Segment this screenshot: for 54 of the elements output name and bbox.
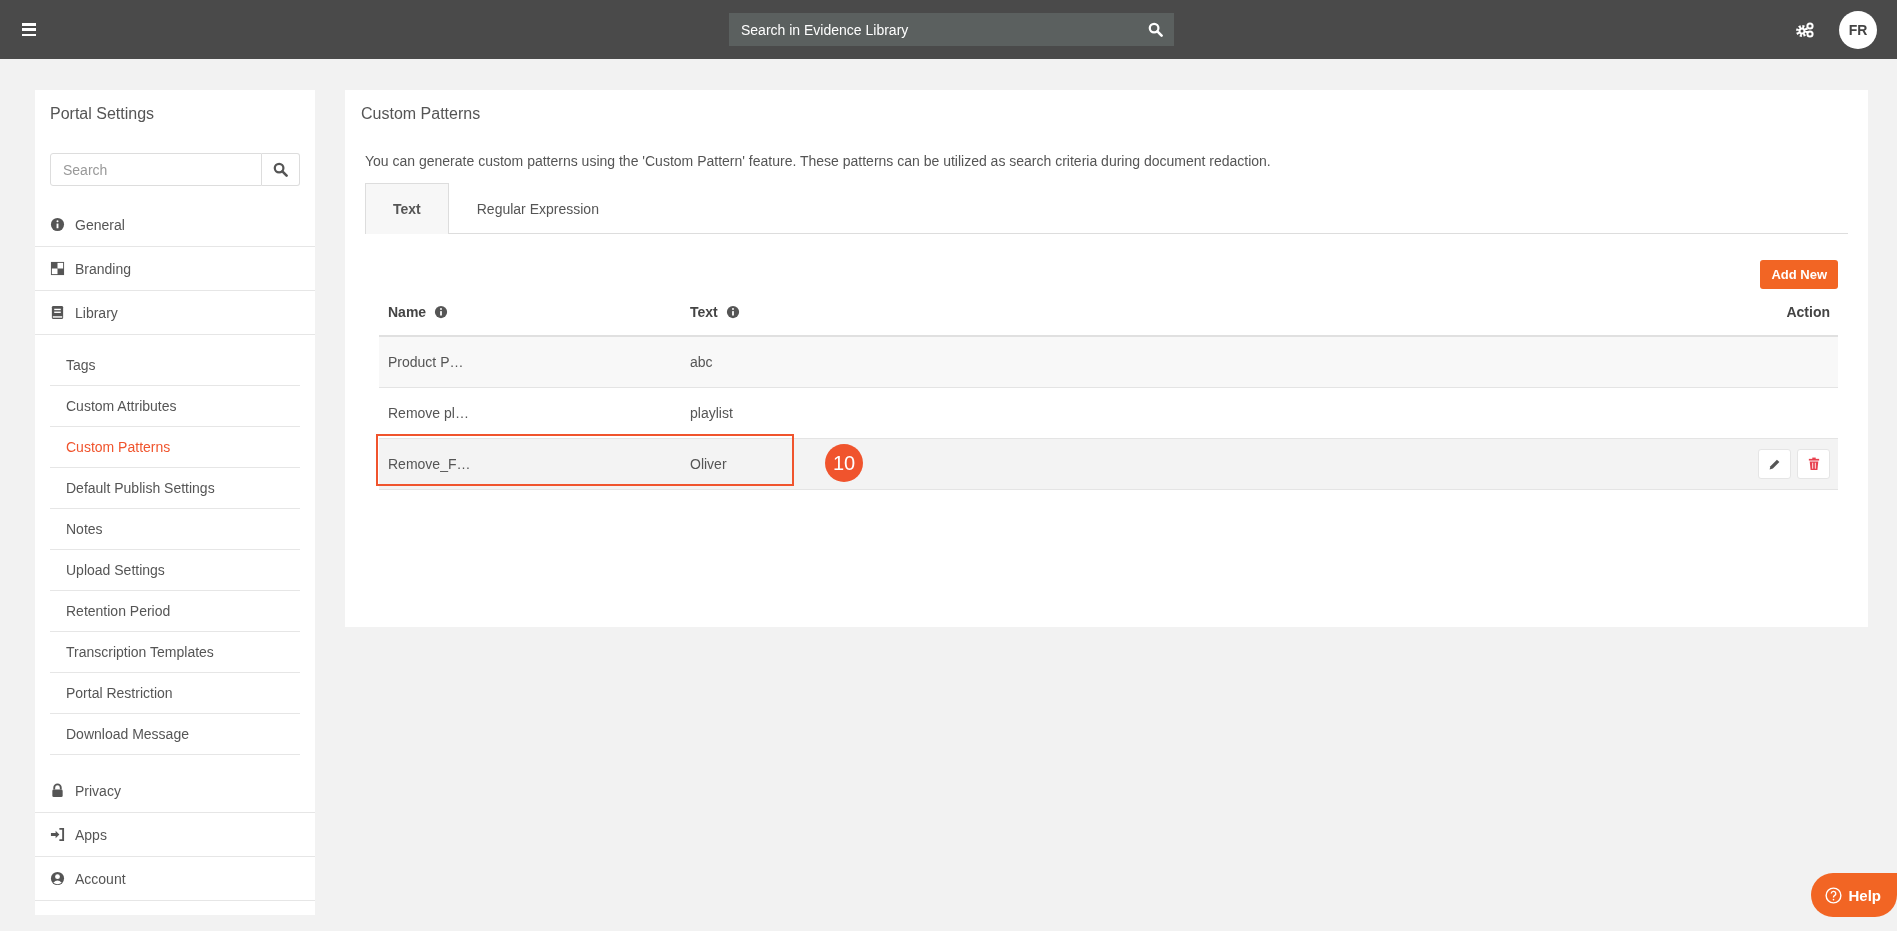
tab[interactable]: Regular Expression [448, 183, 627, 234]
palette-icon [50, 261, 65, 276]
sidebar-subitem[interactable]: Custom Patterns [50, 427, 300, 468]
page-title: Custom Patterns [361, 105, 482, 123]
table-cell: Remove pl… [388, 405, 469, 421]
sidebar-subitem[interactable]: Upload Settings [50, 550, 300, 591]
user-icon [50, 871, 65, 886]
sidebar-subitem[interactable]: Portal Restriction [50, 673, 300, 714]
column-header: Text [690, 304, 718, 320]
sidebar-subitem[interactable]: Default Publish Settings [50, 468, 300, 509]
description-text: You can generate custom patterns using the 'Custom Pattern' feature. These patterns can be utilized as search criteria during document redaction. [365, 153, 1272, 169]
table-cell: abc [690, 354, 713, 370]
gears-icon[interactable] [1795, 21, 1815, 38]
table-cell: Oliver [690, 456, 727, 472]
sidebar-subitem[interactable]: Retention Period [50, 591, 300, 632]
sidebar-item[interactable]: General [35, 203, 315, 247]
info-icon[interactable] [434, 305, 449, 319]
edit-button[interactable] [1758, 449, 1791, 479]
sidebar-title: Portal Settings [49, 104, 156, 124]
lock-icon [50, 783, 65, 798]
table-row[interactable]: Product P… abc [379, 337, 1838, 388]
column-header: Name [388, 304, 427, 320]
user-avatar[interactable]: FR [1839, 10, 1877, 49]
search-button[interactable] [262, 153, 300, 186]
sidebar-search-field[interactable]: Search [50, 153, 262, 186]
pencil-icon [1768, 457, 1781, 471]
table-cell: playlist [690, 405, 733, 421]
search-icon [273, 162, 288, 177]
question-icon [1825, 886, 1843, 904]
sidebar-subitem[interactable]: Download Message [50, 714, 300, 755]
table-cell: Product P… [388, 354, 464, 370]
sidebar-item[interactable]: Branding [35, 247, 315, 291]
search-icon [1147, 22, 1163, 37]
search-button[interactable] [1136, 13, 1174, 46]
tab[interactable]: Text [365, 183, 449, 234]
sidebar-subitem[interactable]: Notes [50, 509, 300, 550]
step-badge: 10 [825, 444, 863, 482]
column-header: Action [1786, 304, 1830, 320]
sidebar-subitem[interactable]: Custom Attributes [50, 386, 300, 427]
sidebar-item[interactable]: Privacy [35, 769, 315, 813]
delete-button[interactable] [1797, 449, 1830, 479]
trash-icon [1807, 457, 1820, 471]
sidebar-item[interactable]: Account [35, 857, 315, 901]
info-icon [50, 217, 65, 232]
sidebar-subitem[interactable]: Transcription Templates [50, 632, 300, 673]
book-icon [50, 305, 65, 320]
info-icon[interactable] [725, 305, 740, 319]
sign-in-icon [50, 827, 65, 842]
table-cell: Remove_F… [388, 456, 471, 472]
search-field[interactable]: Search in Evidence Library [729, 13, 1136, 46]
sidebar-subitem[interactable]: Tags [50, 345, 300, 386]
menu-icon[interactable] [22, 23, 36, 36]
sidebar-item[interactable]: Apps [35, 813, 315, 857]
sidebar-item[interactable]: Library [35, 291, 315, 335]
